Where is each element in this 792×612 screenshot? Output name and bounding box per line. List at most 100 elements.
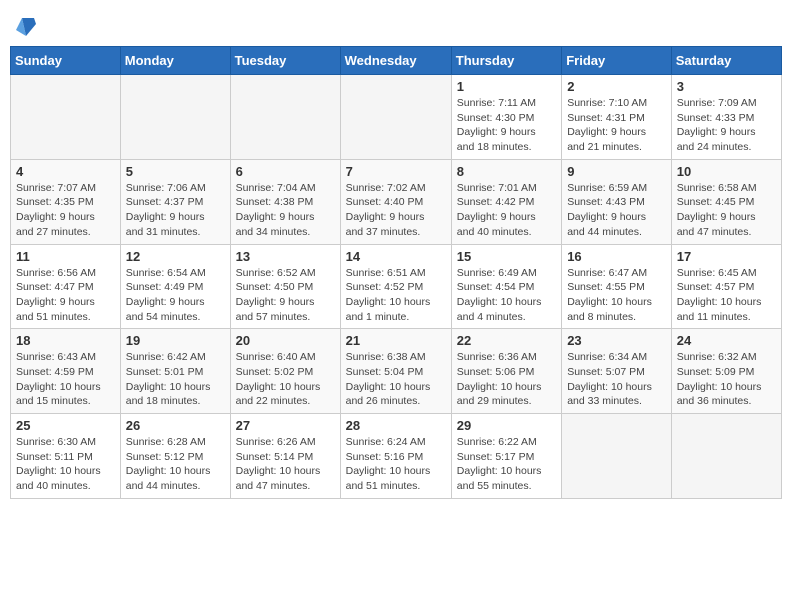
day-info: Sunrise: 6:47 AMSunset: 4:55 PMDaylight:… <box>567 266 666 325</box>
day-info: Sunrise: 7:09 AMSunset: 4:33 PMDaylight:… <box>677 96 776 155</box>
weekday-sunday: Sunday <box>11 47 121 75</box>
day-cell: 27 Sunrise: 6:26 AMSunset: 5:14 PMDayligh… <box>230 414 340 499</box>
day-info: Sunrise: 6:43 AMSunset: 4:59 PMDaylight:… <box>16 350 115 409</box>
day-cell: 11 Sunrise: 6:56 AMSunset: 4:47 PMDayligh… <box>11 244 121 329</box>
day-cell: 19 Sunrise: 6:42 AMSunset: 5:01 PMDayligh… <box>120 329 230 414</box>
day-number: 26 <box>126 418 225 433</box>
day-info: Sunrise: 6:22 AMSunset: 5:17 PMDaylight:… <box>457 435 556 494</box>
day-cell: 16Sunrise: 6:47 AMSunset: 4:55 PMDayligh… <box>562 244 672 329</box>
day-number: 12 <box>126 249 225 264</box>
day-cell <box>120 75 230 160</box>
day-cell: 4 Sunrise: 7:07 AMSunset: 4:35 PMDaylight… <box>11 159 121 244</box>
day-info: Sunrise: 6:34 AMSunset: 5:07 PMDaylight:… <box>567 350 666 409</box>
day-cell: 9 Sunrise: 6:59 AMSunset: 4:43 PMDaylight… <box>562 159 672 244</box>
day-info: Sunrise: 6:49 AMSunset: 4:54 PMDaylight:… <box>457 266 556 325</box>
day-cell <box>230 75 340 160</box>
day-info: Sunrise: 6:24 AMSunset: 5:16 PMDaylight:… <box>346 435 446 494</box>
calendar-table: SundayMondayTuesdayWednesdayThursdayFrid… <box>10 46 782 499</box>
day-info: Sunrise: 7:06 AMSunset: 4:37 PMDaylight:… <box>126 181 225 240</box>
day-cell: 24 Sunrise: 6:32 AMSunset: 5:09 PMDayligh… <box>671 329 781 414</box>
day-info: Sunrise: 7:04 AMSunset: 4:38 PMDaylight:… <box>236 181 335 240</box>
day-number: 21 <box>346 333 446 348</box>
weekday-saturday: Saturday <box>671 47 781 75</box>
day-number: 11 <box>16 249 115 264</box>
day-info: Sunrise: 6:26 AMSunset: 5:14 PMDaylight:… <box>236 435 335 494</box>
day-cell: 6Sunrise: 7:04 AMSunset: 4:38 PMDaylight… <box>230 159 340 244</box>
weekday-thursday: Thursday <box>451 47 561 75</box>
day-info: Sunrise: 6:32 AMSunset: 5:09 PMDaylight:… <box>677 350 776 409</box>
day-number: 28 <box>346 418 446 433</box>
day-info: Sunrise: 7:02 AMSunset: 4:40 PMDaylight:… <box>346 181 446 240</box>
day-cell: 1Sunrise: 7:11 AMSunset: 4:30 PMDaylight… <box>451 75 561 160</box>
day-info: Sunrise: 6:30 AMSunset: 5:11 PMDaylight:… <box>16 435 115 494</box>
day-cell: 2 Sunrise: 7:10 AMSunset: 4:31 PMDaylight… <box>562 75 672 160</box>
day-number: 13 <box>236 249 335 264</box>
day-number: 8 <box>457 164 556 179</box>
day-info: Sunrise: 6:54 AMSunset: 4:49 PMDaylight:… <box>126 266 225 325</box>
logo <box>14 16 36 38</box>
logo-icon <box>16 16 36 38</box>
day-number: 17 <box>677 249 776 264</box>
day-info: Sunrise: 7:10 AMSunset: 4:31 PMDaylight:… <box>567 96 666 155</box>
day-cell: 26 Sunrise: 6:28 AMSunset: 5:12 PMDayligh… <box>120 414 230 499</box>
day-cell: 15 Sunrise: 6:49 AMSunset: 4:54 PMDayligh… <box>451 244 561 329</box>
day-cell <box>671 414 781 499</box>
day-cell: 20 Sunrise: 6:40 AMSunset: 5:02 PMDayligh… <box>230 329 340 414</box>
calendar-body: 1Sunrise: 7:11 AMSunset: 4:30 PMDaylight… <box>11 75 782 499</box>
weekday-monday: Monday <box>120 47 230 75</box>
day-number: 23 <box>567 333 666 348</box>
header <box>10 10 782 38</box>
day-info: Sunrise: 6:51 AMSunset: 4:52 PMDaylight:… <box>346 266 446 325</box>
day-cell: 22 Sunrise: 6:36 AMSunset: 5:06 PMDayligh… <box>451 329 561 414</box>
day-number: 10 <box>677 164 776 179</box>
day-cell: 7 Sunrise: 7:02 AMSunset: 4:40 PMDaylight… <box>340 159 451 244</box>
day-cell: 18 Sunrise: 6:43 AMSunset: 4:59 PMDayligh… <box>11 329 121 414</box>
day-cell <box>562 414 672 499</box>
day-cell: 17 Sunrise: 6:45 AMSunset: 4:57 PMDayligh… <box>671 244 781 329</box>
day-info: Sunrise: 6:36 AMSunset: 5:06 PMDaylight:… <box>457 350 556 409</box>
day-info: Sunrise: 6:42 AMSunset: 5:01 PMDaylight:… <box>126 350 225 409</box>
day-number: 27 <box>236 418 335 433</box>
day-number: 14 <box>346 249 446 264</box>
day-number: 7 <box>346 164 446 179</box>
day-info: Sunrise: 6:45 AMSunset: 4:57 PMDaylight:… <box>677 266 776 325</box>
day-cell: 12 Sunrise: 6:54 AMSunset: 4:49 PMDayligh… <box>120 244 230 329</box>
day-number: 20 <box>236 333 335 348</box>
week-row-2: 4 Sunrise: 7:07 AMSunset: 4:35 PMDaylight… <box>11 159 782 244</box>
day-cell: 5 Sunrise: 7:06 AMSunset: 4:37 PMDaylight… <box>120 159 230 244</box>
day-info: Sunrise: 6:58 AMSunset: 4:45 PMDaylight:… <box>677 181 776 240</box>
day-number: 22 <box>457 333 556 348</box>
day-info: Sunrise: 7:11 AMSunset: 4:30 PMDaylight:… <box>457 96 556 155</box>
weekday-friday: Friday <box>562 47 672 75</box>
weekday-wednesday: Wednesday <box>340 47 451 75</box>
day-cell: 21 Sunrise: 6:38 AMSunset: 5:04 PMDayligh… <box>340 329 451 414</box>
day-number: 5 <box>126 164 225 179</box>
day-number: 2 <box>567 79 666 94</box>
day-number: 18 <box>16 333 115 348</box>
day-cell <box>11 75 121 160</box>
day-info: Sunrise: 6:59 AMSunset: 4:43 PMDaylight:… <box>567 181 666 240</box>
weekday-tuesday: Tuesday <box>230 47 340 75</box>
day-cell: 10 Sunrise: 6:58 AMSunset: 4:45 PMDayligh… <box>671 159 781 244</box>
day-number: 19 <box>126 333 225 348</box>
day-cell: 28 Sunrise: 6:24 AMSunset: 5:16 PMDayligh… <box>340 414 451 499</box>
day-info: Sunrise: 6:56 AMSunset: 4:47 PMDaylight:… <box>16 266 115 325</box>
day-info: Sunrise: 6:38 AMSunset: 5:04 PMDaylight:… <box>346 350 446 409</box>
day-cell <box>340 75 451 160</box>
day-info: Sunrise: 6:40 AMSunset: 5:02 PMDaylight:… <box>236 350 335 409</box>
day-cell: 13Sunrise: 6:52 AMSunset: 4:50 PMDayligh… <box>230 244 340 329</box>
day-number: 29 <box>457 418 556 433</box>
day-info: Sunrise: 7:07 AMSunset: 4:35 PMDaylight:… <box>16 181 115 240</box>
week-row-3: 11 Sunrise: 6:56 AMSunset: 4:47 PMDayligh… <box>11 244 782 329</box>
day-number: 24 <box>677 333 776 348</box>
day-number: 9 <box>567 164 666 179</box>
week-row-4: 18 Sunrise: 6:43 AMSunset: 4:59 PMDayligh… <box>11 329 782 414</box>
day-number: 15 <box>457 249 556 264</box>
day-cell: 8Sunrise: 7:01 AMSunset: 4:42 PMDaylight… <box>451 159 561 244</box>
weekday-header-row: SundayMondayTuesdayWednesdayThursdayFrid… <box>11 47 782 75</box>
week-row-1: 1Sunrise: 7:11 AMSunset: 4:30 PMDaylight… <box>11 75 782 160</box>
day-info: Sunrise: 6:28 AMSunset: 5:12 PMDaylight:… <box>126 435 225 494</box>
day-number: 4 <box>16 164 115 179</box>
day-cell: 23 Sunrise: 6:34 AMSunset: 5:07 PMDayligh… <box>562 329 672 414</box>
day-cell: 25Sunrise: 6:30 AMSunset: 5:11 PMDayligh… <box>11 414 121 499</box>
